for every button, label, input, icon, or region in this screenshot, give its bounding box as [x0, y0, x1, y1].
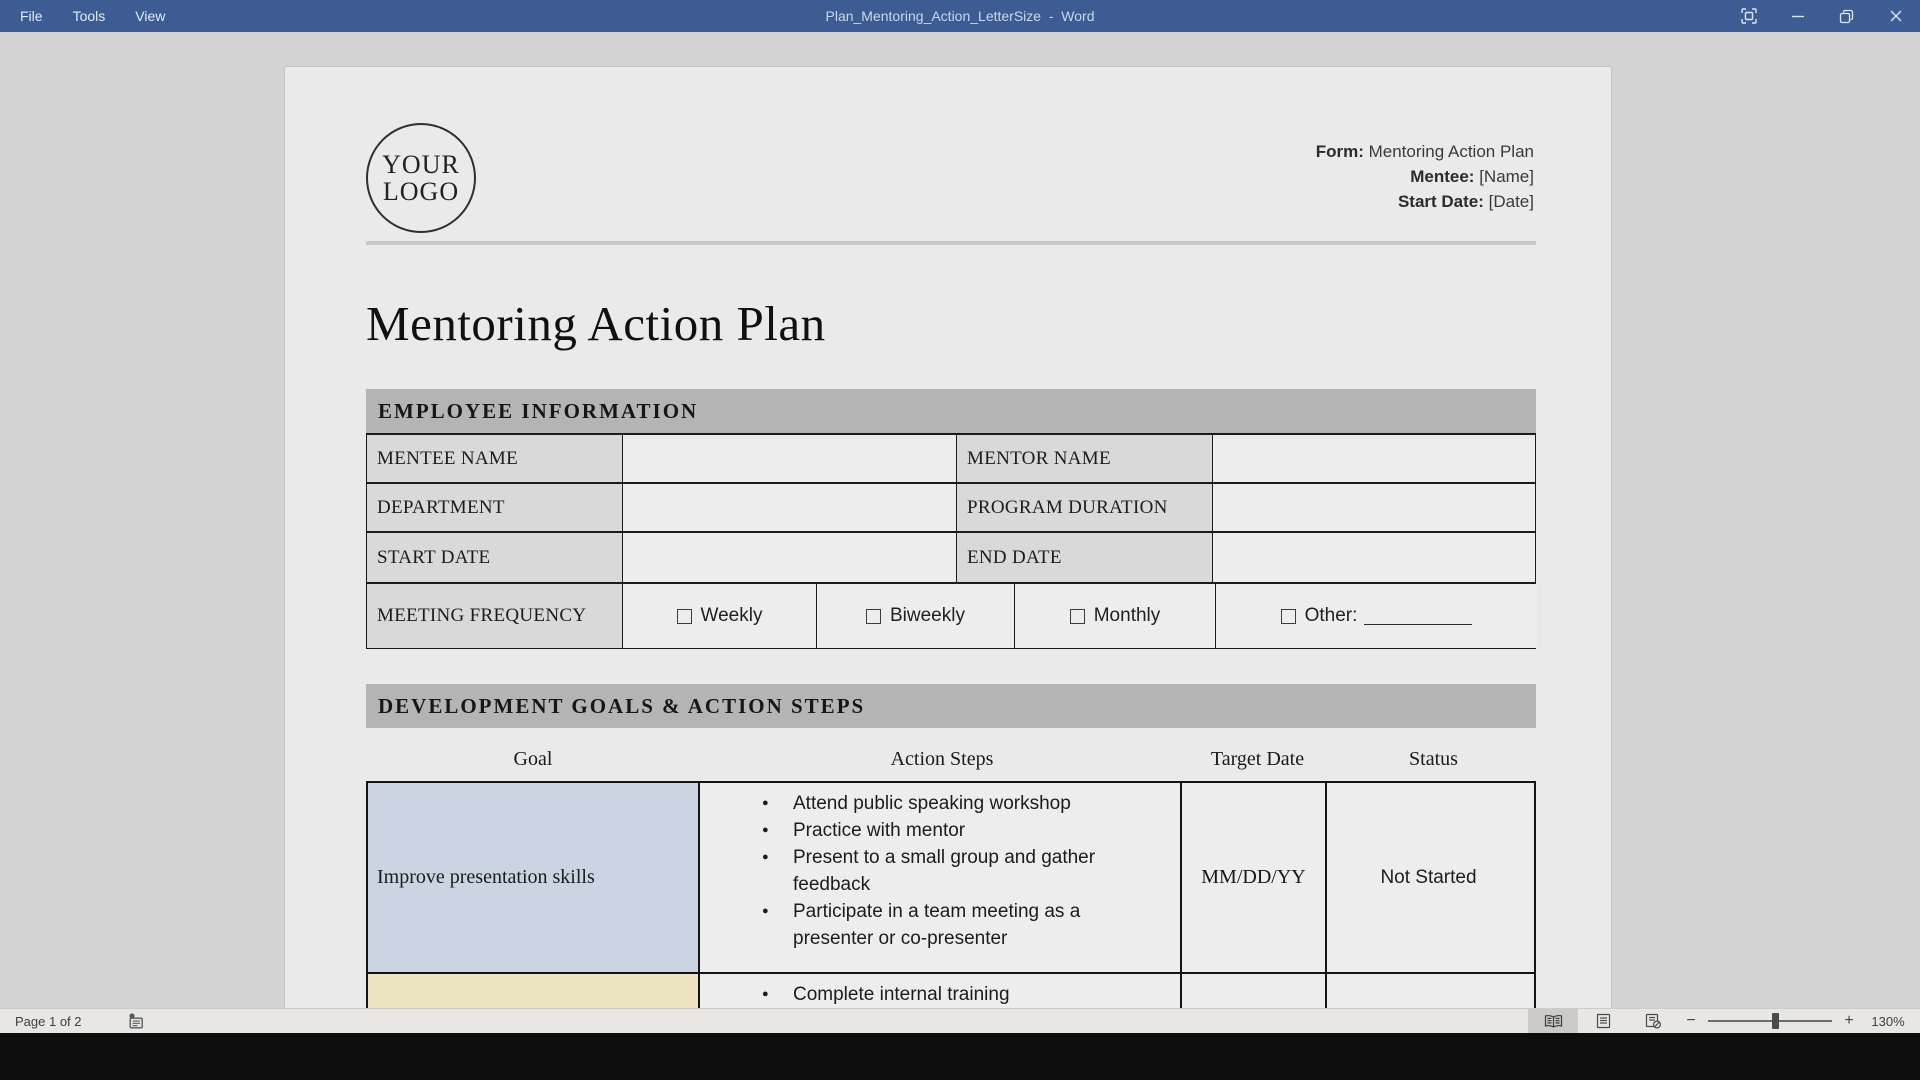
logo-text-line2: LOGO — [383, 178, 459, 205]
print-layout-icon[interactable] — [1578, 1009, 1628, 1033]
goal-cell[interactable] — [368, 974, 700, 1008]
field-value[interactable] — [1213, 533, 1535, 584]
frequency-option-weekly[interactable]: Weekly — [623, 584, 817, 648]
zoom-out-button[interactable]: − — [1678, 1012, 1704, 1030]
employee-table-row: MENTEE NAME MENTOR NAME — [367, 435, 1535, 484]
goals-column-header: Status — [1331, 739, 1536, 779]
statusbar-right: − + 130% — [1528, 1009, 1920, 1033]
frequency-option-label: Other: — [1305, 605, 1358, 627]
field-label: DEPARTMENT — [367, 484, 623, 533]
goals-column-header: Action Steps — [700, 739, 1184, 779]
form-info-value: [Name] — [1474, 167, 1534, 186]
field-value[interactable] — [623, 484, 957, 533]
goals-column-header: Target Date — [1184, 739, 1331, 779]
field-label: MENTEE NAME — [367, 435, 623, 484]
employee-info-heading: EMPLOYEE INFORMATION — [366, 389, 1536, 433]
proofing-status-icon[interactable] — [127, 1012, 145, 1030]
window-controls — [1724, 0, 1920, 32]
document-title: Mentoring Action Plan — [366, 295, 826, 352]
action-step-item: Attend public speaking workshop — [700, 790, 1180, 817]
document-page: YOUR LOGO Form: Mentoring Action PlanMen… — [284, 66, 1612, 1008]
frequency-label: MEETING FREQUENCY — [367, 584, 623, 648]
zoom-level[interactable]: 130% — [1862, 1014, 1914, 1029]
close-icon[interactable] — [1871, 0, 1920, 32]
field-value[interactable] — [1213, 435, 1535, 484]
form-info-value: [Date] — [1484, 192, 1534, 211]
action-steps-cell[interactable]: Complete internal training — [700, 974, 1182, 1008]
header-divider — [366, 241, 1536, 245]
form-info-value: Mentoring Action Plan — [1364, 142, 1534, 161]
employee-info-table: MENTEE NAME MENTOR NAME DEPARTMENT PROGRAM … — [366, 433, 1536, 649]
form-info-line: Mentee: [Name] — [1316, 164, 1534, 189]
field-label: PROGRAM DURATION — [957, 484, 1213, 533]
goals-column-header: Goal — [366, 739, 700, 779]
field-value[interactable] — [623, 533, 957, 584]
form-info-label: Mentee: — [1410, 167, 1474, 186]
goals-table-row: Improve presentation skillsAttend public… — [368, 783, 1534, 974]
zoom-in-button[interactable]: + — [1836, 1012, 1862, 1030]
form-info-line: Start Date: [Date] — [1316, 189, 1534, 214]
frequency-option-biweekly[interactable]: Biweekly — [817, 584, 1015, 648]
taskbar-area — [0, 1033, 1920, 1080]
fullscreen-icon[interactable] — [1724, 0, 1773, 32]
form-info-label: Start Date: — [1398, 192, 1484, 211]
target-date-cell[interactable]: MM/DD/YY — [1182, 783, 1327, 972]
field-value[interactable] — [1213, 484, 1535, 533]
frequency-option-label: Weekly — [701, 605, 763, 627]
minimize-icon[interactable] — [1773, 0, 1822, 32]
company-logo: YOUR LOGO — [366, 123, 476, 233]
frequency-option-monthly[interactable]: Monthly — [1015, 584, 1216, 648]
checkbox-icon[interactable] — [677, 609, 692, 624]
menu-file[interactable]: File — [20, 8, 43, 24]
action-step-item: Participate in a team meeting as a prese… — [700, 898, 1180, 952]
status-cell[interactable] — [1327, 974, 1530, 1008]
page-indicator[interactable]: Page 1 of 2 — [15, 1014, 82, 1029]
zoom-slider-handle[interactable] — [1772, 1013, 1779, 1029]
other-fill-in-line[interactable] — [1364, 607, 1472, 625]
field-label: MENTOR NAME — [957, 435, 1213, 484]
action-steps-cell[interactable]: Attend public speaking workshopPractice … — [700, 783, 1182, 972]
frequency-option-other[interactable]: Other: — [1216, 584, 1537, 648]
form-info-line: Form: Mentoring Action Plan — [1316, 139, 1534, 164]
action-step-item: Present to a small group and gather feed… — [700, 844, 1180, 898]
read-mode-icon[interactable] — [1528, 1009, 1578, 1033]
field-label: END DATE — [957, 533, 1213, 584]
goals-table: Improve presentation skillsAttend public… — [366, 781, 1536, 1008]
checkbox-icon[interactable] — [866, 609, 881, 624]
employee-table-row: DEPARTMENT PROGRAM DURATION — [367, 484, 1535, 533]
logo-text-line1: YOUR — [382, 151, 460, 178]
goal-cell[interactable]: Improve presentation skills — [368, 783, 700, 972]
field-label: START DATE — [367, 533, 623, 584]
frequency-option-label: Monthly — [1094, 605, 1161, 627]
zoom-slider[interactable] — [1708, 1020, 1832, 1022]
goals-heading: DEVELOPMENT GOALS & ACTION STEPS — [366, 684, 1536, 728]
goals-table-row: Complete internal training — [368, 974, 1534, 1008]
web-layout-icon[interactable] — [1628, 1009, 1678, 1033]
form-info-block: Form: Mentoring Action PlanMentee: [Name… — [1316, 139, 1534, 214]
form-info-label: Form: — [1316, 142, 1364, 161]
menu-view[interactable]: View — [135, 8, 165, 24]
target-date-cell[interactable] — [1182, 974, 1327, 1008]
goals-column-headers: GoalAction StepsTarget DateStatus — [366, 739, 1536, 779]
frequency-row: MEETING FREQUENCY Weekly Biweekly Monthly Ot… — [367, 584, 1535, 648]
action-step-item: Practice with mentor — [700, 817, 1180, 844]
employee-table-row: START DATE END DATE — [367, 533, 1535, 584]
checkbox-icon[interactable] — [1281, 609, 1296, 624]
status-bar: Page 1 of 2 — [0, 1008, 1920, 1033]
menu-tools[interactable]: Tools — [73, 8, 106, 24]
action-step-item: Complete internal training — [700, 981, 1180, 1008]
frequency-option-label: Biweekly — [890, 605, 965, 627]
status-cell[interactable]: Not Started — [1327, 783, 1530, 972]
checkbox-icon[interactable] — [1070, 609, 1085, 624]
title-bar: File Tools View Plan_Mentoring_Action_Lett… — [0, 0, 1920, 32]
document-canvas[interactable]: YOUR LOGO Form: Mentoring Action PlanMen… — [0, 32, 1920, 1008]
window-title: Plan_Mentoring_Action_LetterSize - Word — [0, 8, 1920, 24]
menu-bar: File Tools View — [0, 8, 165, 24]
field-value[interactable] — [623, 435, 957, 484]
restore-icon[interactable] — [1822, 0, 1871, 32]
